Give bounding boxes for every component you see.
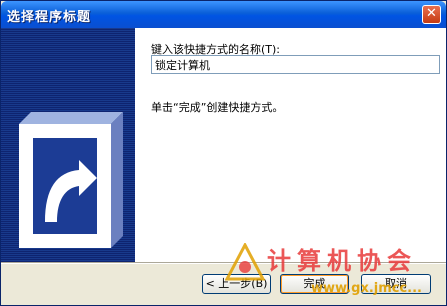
shortcut-arrow-icon (19, 112, 123, 248)
button-area-divider-highlight (1, 263, 446, 264)
finish-button[interactable]: 完成 (280, 274, 349, 294)
wizard-content: 键入该快捷方式的名称(T): 单击“完成”创建快捷方式。 (135, 28, 446, 262)
dialog-window: 选择程序标题 ✕ 键入该快捷方式的名称(T): 单击“完成”创建快捷方式。 < … (0, 0, 447, 306)
wizard-side-panel (1, 28, 135, 262)
window-title: 选择程序标题 (7, 10, 92, 25)
title-bar[interactable]: 选择程序标题 ✕ (1, 1, 446, 28)
shortcut-name-input[interactable] (151, 55, 440, 74)
cancel-button[interactable]: 取消 (361, 274, 431, 294)
close-button[interactable]: ✕ (422, 5, 441, 24)
back-button[interactable]: < 上一步(B) (202, 274, 271, 294)
close-icon: ✕ (426, 6, 437, 21)
finish-instruction-text: 单击“完成”创建快捷方式。 (151, 101, 284, 114)
